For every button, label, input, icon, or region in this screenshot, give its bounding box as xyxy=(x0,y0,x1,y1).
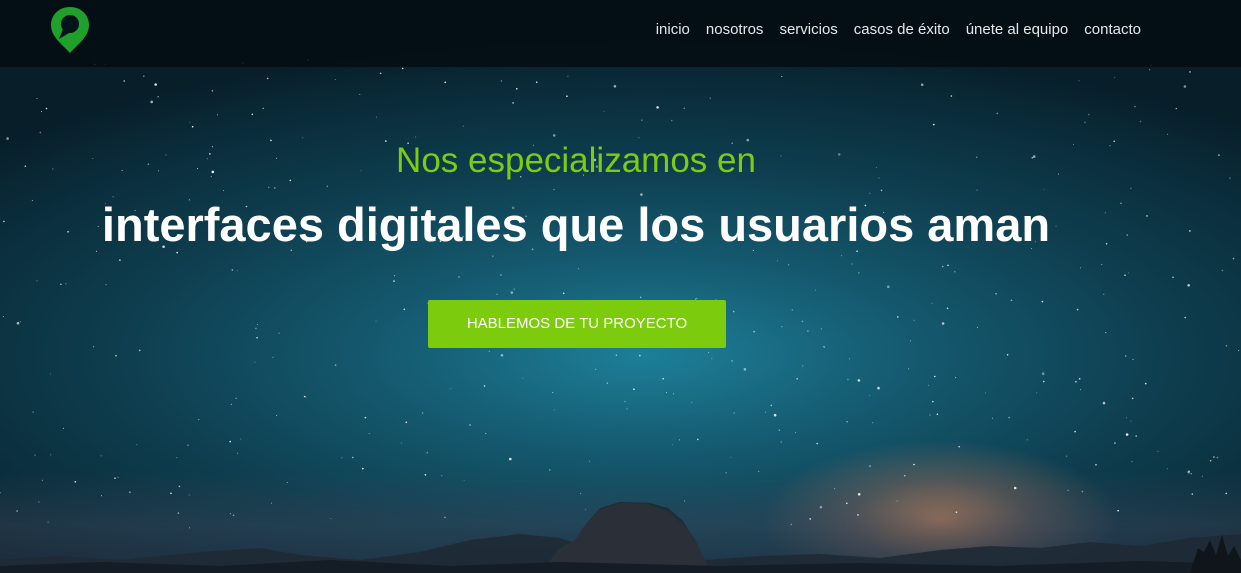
map-pin-icon[interactable] xyxy=(49,5,91,55)
page: inicio nosotros servicios casos de éxito… xyxy=(0,0,1241,573)
nav-item-casos-de-exito[interactable]: casos de éxito xyxy=(846,20,958,40)
hero-subtitle: Nos especializamos en xyxy=(396,141,756,180)
main-nav: inicio nosotros servicios casos de éxito… xyxy=(648,20,1149,40)
nav-item-contacto[interactable]: contacto xyxy=(1076,20,1149,40)
hero-title: interfaces digitales que los usuarios am… xyxy=(101,198,1051,251)
nav-item-nosotros[interactable]: nosotros xyxy=(698,20,772,40)
header-bar: inicio nosotros servicios casos de éxito… xyxy=(0,0,1241,67)
nav-item-inicio[interactable]: inicio xyxy=(648,20,698,40)
cta-button[interactable]: HABLEMOS DE TU PROYECTO xyxy=(428,300,726,348)
nav-item-servicios[interactable]: servicios xyxy=(771,20,845,40)
mountain-silhouette xyxy=(0,502,1241,573)
nav-item-unete-al-equipo[interactable]: únete al equipo xyxy=(958,20,1077,40)
